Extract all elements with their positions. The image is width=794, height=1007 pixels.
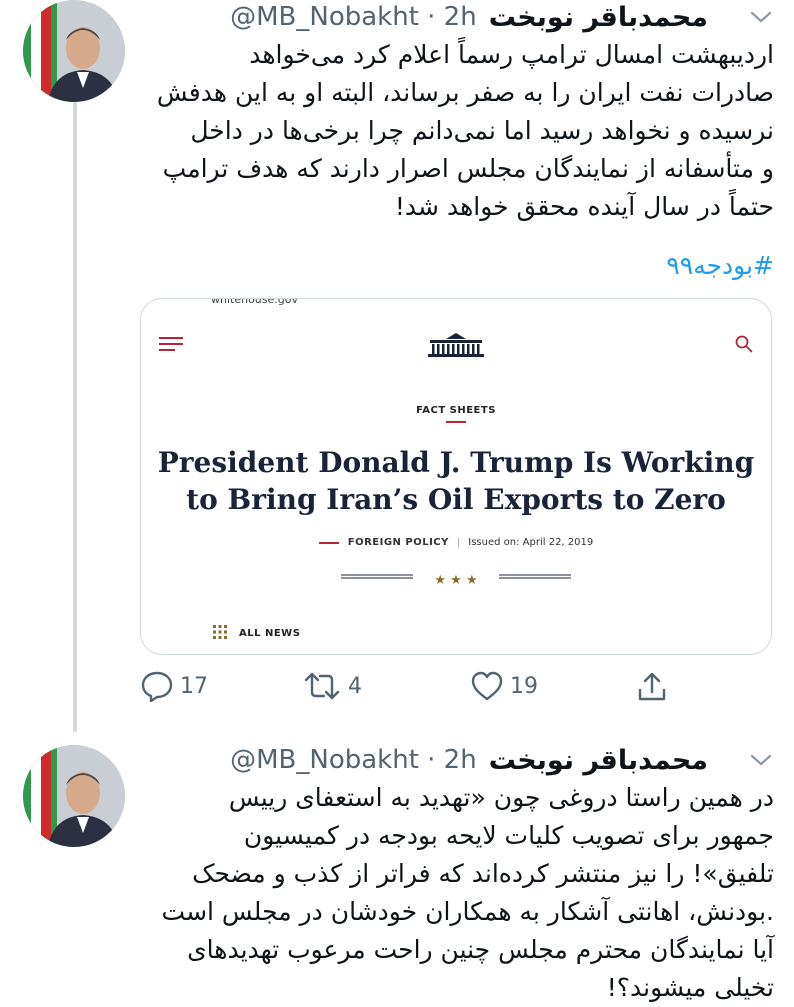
- reply-icon: [141, 671, 173, 702]
- card-kicker: FACT SHEETS: [416, 405, 496, 416]
- card-url: whitehouse.gov: [211, 298, 298, 306]
- card-category: FOREIGN POLICY: [347, 537, 449, 548]
- avatar[interactable]: [23, 745, 125, 847]
- stars: ★ ★ ★: [434, 573, 477, 587]
- issued-label: Issued on:: [468, 537, 520, 548]
- grid-icon: [213, 625, 227, 639]
- tweet-text: اردیبهشت امسال ترامپ رسماً اعلام کرد می‌…: [156, 40, 774, 221]
- like-icon: [471, 671, 503, 701]
- all-news-link: ALL NEWS: [239, 628, 301, 639]
- reply-count: 17: [180, 673, 208, 699]
- avatar[interactable]: [23, 0, 125, 102]
- share-button[interactable]: [636, 670, 668, 702]
- stars-divider: ★ ★ ★: [341, 573, 571, 587]
- display-name[interactable]: محمدباقر نوبخت: [489, 2, 708, 33]
- reply-button[interactable]: 17: [140, 670, 208, 702]
- display-name[interactable]: محمدباقر نوبخت: [489, 745, 708, 776]
- retweet-count: 4: [348, 673, 362, 699]
- tweet-actions: 17 4 19: [140, 670, 780, 706]
- handle[interactable]: @MB_Nobakht · 2h: [230, 745, 477, 775]
- link-card[interactable]: whitehouse.gov FACT SHEETS President Don…: [140, 298, 772, 655]
- meta-separator: |: [456, 537, 461, 548]
- category-accent-bar: [318, 541, 339, 544]
- kicker-underline: [446, 421, 466, 423]
- handle[interactable]: @MB_Nobakht · 2h: [230, 2, 477, 32]
- card-title: President Donald J. Trump Is Working to …: [141, 444, 771, 518]
- card-title-line-1: President Donald J. Trump Is Working: [157, 446, 755, 479]
- card-title-line-2: to Bring Iran’s Oil Exports to Zero: [186, 483, 726, 516]
- share-icon: [638, 672, 666, 701]
- retweet-button[interactable]: 4: [302, 670, 362, 702]
- menu-icon: [159, 337, 183, 351]
- retweet-icon: [304, 672, 340, 700]
- tweet-text: در همین راستا دروغی چون «تهدید به استعفا…: [161, 783, 774, 1002]
- thread-connector-line: [73, 102, 77, 732]
- like-count: 19: [510, 673, 538, 699]
- profile-photo: [23, 0, 125, 102]
- card-meta: FOREIGN POLICY | Issued on: April 22, 20…: [141, 537, 771, 548]
- white-house-logo-icon: [428, 333, 484, 357]
- hashtag-link[interactable]: #بودجه۹۹: [666, 251, 774, 280]
- caret-down-icon[interactable]: [750, 753, 772, 767]
- profile-photo: [23, 745, 125, 847]
- tweet-header: @MB_Nobakht · 2h محمدباقر نوبخت: [230, 743, 708, 777]
- issued-date: April 22, 2019: [522, 537, 594, 548]
- caret-down-icon[interactable]: [750, 10, 772, 24]
- search-icon: [735, 335, 753, 353]
- tweet-header: @MB_Nobakht · 2h محمدباقر نوبخت: [230, 0, 708, 34]
- like-button[interactable]: 19: [470, 670, 538, 702]
